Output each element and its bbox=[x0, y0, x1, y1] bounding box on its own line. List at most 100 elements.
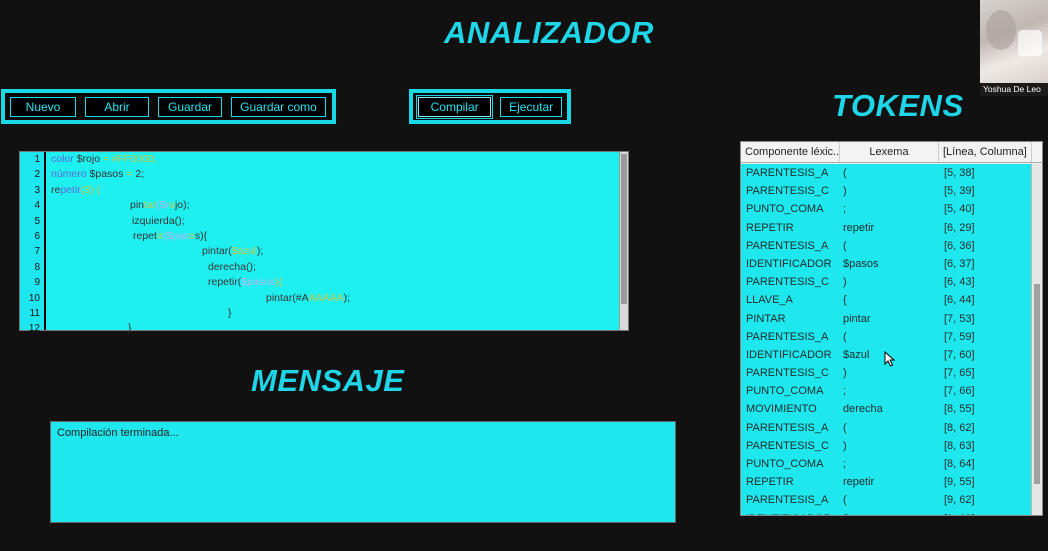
tokens-table-header: Componente léxic... Lexema [Línea, Colum… bbox=[741, 142, 1042, 163]
code-token: ){ bbox=[275, 276, 283, 289]
line-number: 1 bbox=[34, 154, 40, 165]
tokens-table-body: PARENTESIS_A ([5, 38] PARENTESIS_C) [5, 39]… bbox=[741, 164, 1032, 515]
ejecutar-button[interactable]: Ejecutar bbox=[500, 96, 562, 117]
line-number: 8 bbox=[34, 261, 40, 273]
webcam-thumbnail: Yoshua De Leo bbox=[980, 0, 1048, 96]
table-row[interactable]: REPETIR repetir [6, 29] bbox=[741, 219, 1032, 237]
cell-lexema: ; bbox=[843, 385, 847, 398]
table-row[interactable]: PARENTESIS_A ([8, 62] bbox=[741, 419, 1032, 437]
cell-lexema: $pasos bbox=[840, 510, 939, 515]
code-token: $pasos bbox=[89, 168, 124, 181]
cell-componente: PARENTESIS_C bbox=[746, 276, 829, 289]
code-token: número bbox=[51, 168, 90, 181]
code-line: número $pasos = 2; bbox=[51, 167, 144, 182]
cell-lexema: derecha bbox=[843, 403, 883, 416]
code-editor[interactable]: 1 2 3 4 5 6 7 8 9 10 11 12 color $rojo = #FF0000; nú… bbox=[19, 151, 629, 334]
table-row[interactable]: LLAVE_A {[6, 44] bbox=[741, 291, 1032, 309]
cell-componente: PARENTESIS_A bbox=[746, 494, 829, 507]
cell-lexema: ( bbox=[843, 330, 847, 343]
cell-linea-columna: [9, 62] bbox=[944, 494, 975, 507]
table-row[interactable]: PARENTESIS_A ([5, 38] bbox=[741, 164, 1032, 182]
table-row[interactable]: PARENTESIS_A ([7, 59] bbox=[741, 328, 1032, 346]
guardar-como-button[interactable]: Guardar como bbox=[231, 96, 326, 117]
cell-componente: PARENTESIS_A bbox=[746, 167, 829, 179]
editor-scrollbar-thumb[interactable] bbox=[621, 154, 627, 304]
line-number: 10 bbox=[28, 292, 40, 304]
nuevo-button[interactable]: Nuevo bbox=[10, 96, 76, 117]
cell-linea-columna: [7, 60] bbox=[944, 348, 975, 361]
guardar-button[interactable]: Guardar bbox=[158, 96, 222, 117]
cell-lexema: pintar bbox=[843, 312, 871, 325]
mensaje-title: MENSAJE bbox=[251, 363, 405, 398]
table-row[interactable]: PARENTESIS_C) [8, 63] bbox=[741, 437, 1032, 455]
cell-componente: IDENTIFICADOR bbox=[746, 257, 832, 270]
code-token: (3) { bbox=[80, 183, 101, 196]
tokens-table-scrollbar[interactable] bbox=[1031, 164, 1042, 515]
cell-componente: REPETIR bbox=[746, 221, 794, 234]
table-row[interactable]: REPETIR repetir [9, 55] bbox=[741, 473, 1032, 491]
cell-componente: IDENTIFICADOR bbox=[746, 348, 832, 361]
cell-linea-columna: [5, 40] bbox=[944, 203, 975, 216]
code-line: derecha(); bbox=[208, 260, 256, 275]
table-row[interactable]: PINTAR pintar [7, 53] bbox=[741, 310, 1032, 328]
code-token: pintar(#A bbox=[266, 291, 309, 304]
tokens-title: TOKENS bbox=[832, 88, 964, 123]
message-panel: Compilación terminada... bbox=[50, 421, 676, 523]
code-token: ($r bbox=[156, 199, 170, 212]
line-number: 9 bbox=[34, 277, 40, 289]
abrir-button[interactable]: Abrir bbox=[85, 96, 149, 117]
webcam-participant-name: Yoshua De Leo bbox=[980, 83, 1048, 96]
code-line: color $rojo = #FF0000; bbox=[51, 152, 157, 167]
cell-componente: PINTAR bbox=[746, 312, 786, 325]
table-row[interactable]: PARENTESIS_A ([6, 36] bbox=[741, 237, 1032, 255]
cell-componente: PUNTO_COMA bbox=[746, 385, 824, 398]
code-token: tar bbox=[144, 199, 157, 212]
cell-lexema: ; bbox=[843, 203, 847, 216]
cell-componente: PARENTESIS_A bbox=[746, 239, 829, 252]
table-row[interactable]: PUNTO_COMA; [5, 40] bbox=[741, 200, 1032, 218]
line-number: 2 bbox=[34, 169, 40, 181]
code-line: pintar($azul); bbox=[202, 244, 263, 259]
code-token: } bbox=[228, 307, 232, 319]
tokens-table-scrollbar-thumb[interactable] bbox=[1034, 284, 1040, 484]
code-area[interactable]: color $rojo = #FF0000; número $pasos = 2;… bbox=[46, 152, 619, 334]
tokens-table: Componente léxic... Lexema [Línea, Colum… bbox=[740, 141, 1043, 516]
cell-linea-columna: [7, 66] bbox=[944, 385, 975, 398]
table-row[interactable]: IDENTIFICADOR$pasos[9, 63] bbox=[741, 510, 1032, 515]
column-header-linea-columna[interactable]: [Línea, Columna] bbox=[939, 142, 1032, 162]
line-number: 3 bbox=[34, 184, 40, 196]
code-token: $rojo bbox=[76, 153, 103, 165]
column-header-componente[interactable]: Componente léxic... bbox=[741, 142, 840, 162]
code-token: ); bbox=[343, 291, 351, 304]
run-toolbar: Compilar Ejecutar bbox=[409, 89, 571, 124]
cell-lexema: ( bbox=[843, 239, 847, 252]
line-number: 6 bbox=[34, 230, 40, 242]
table-row[interactable]: PARENTESIS_A ( [9, 62] bbox=[741, 491, 1032, 509]
table-row[interactable]: PUNTO_COMA; [7, 66] bbox=[741, 382, 1032, 400]
cell-componente: PUNTO_COMA bbox=[746, 458, 824, 470]
line-number: 4 bbox=[34, 200, 40, 212]
table-row[interactable]: PUNTO_COMA; [8, 64] bbox=[741, 455, 1032, 473]
cell-linea-columna: [9, 63] bbox=[939, 510, 1032, 515]
table-row[interactable]: PARENTESIS_C) [6, 43] bbox=[741, 273, 1032, 291]
table-row[interactable]: MOVIMIENTO derecha [8, 55] bbox=[741, 400, 1032, 418]
cell-componente: PARENTESIS_C bbox=[746, 367, 829, 380]
code-token: = #FF0000; bbox=[102, 153, 157, 165]
cell-lexema: ( bbox=[843, 494, 847, 507]
compilar-button[interactable]: Compilar bbox=[415, 94, 494, 119]
table-row[interactable]: IDENTIFICADOR $pasos [6, 37] bbox=[741, 255, 1032, 273]
cell-componente: PARENTESIS_A bbox=[746, 330, 829, 343]
column-header-lexema[interactable]: Lexema bbox=[840, 142, 939, 162]
editor-scrollbar[interactable] bbox=[619, 152, 628, 330]
code-token: repetir( bbox=[208, 276, 242, 289]
cell-componente: PARENTESIS_A bbox=[746, 421, 829, 434]
code-token: repet bbox=[133, 230, 157, 242]
code-line: repetir($pasos){ bbox=[208, 275, 282, 290]
cell-lexema: { bbox=[843, 294, 847, 307]
cell-lexema: repetir bbox=[843, 221, 875, 234]
table-row[interactable]: PARENTESIS_C) [5, 39] bbox=[741, 182, 1032, 200]
code-token: AAAAA bbox=[308, 291, 344, 304]
code-token: pin bbox=[130, 199, 145, 212]
cell-lexema: ( bbox=[843, 167, 847, 179]
cell-linea-columna: [8, 62] bbox=[944, 421, 975, 434]
